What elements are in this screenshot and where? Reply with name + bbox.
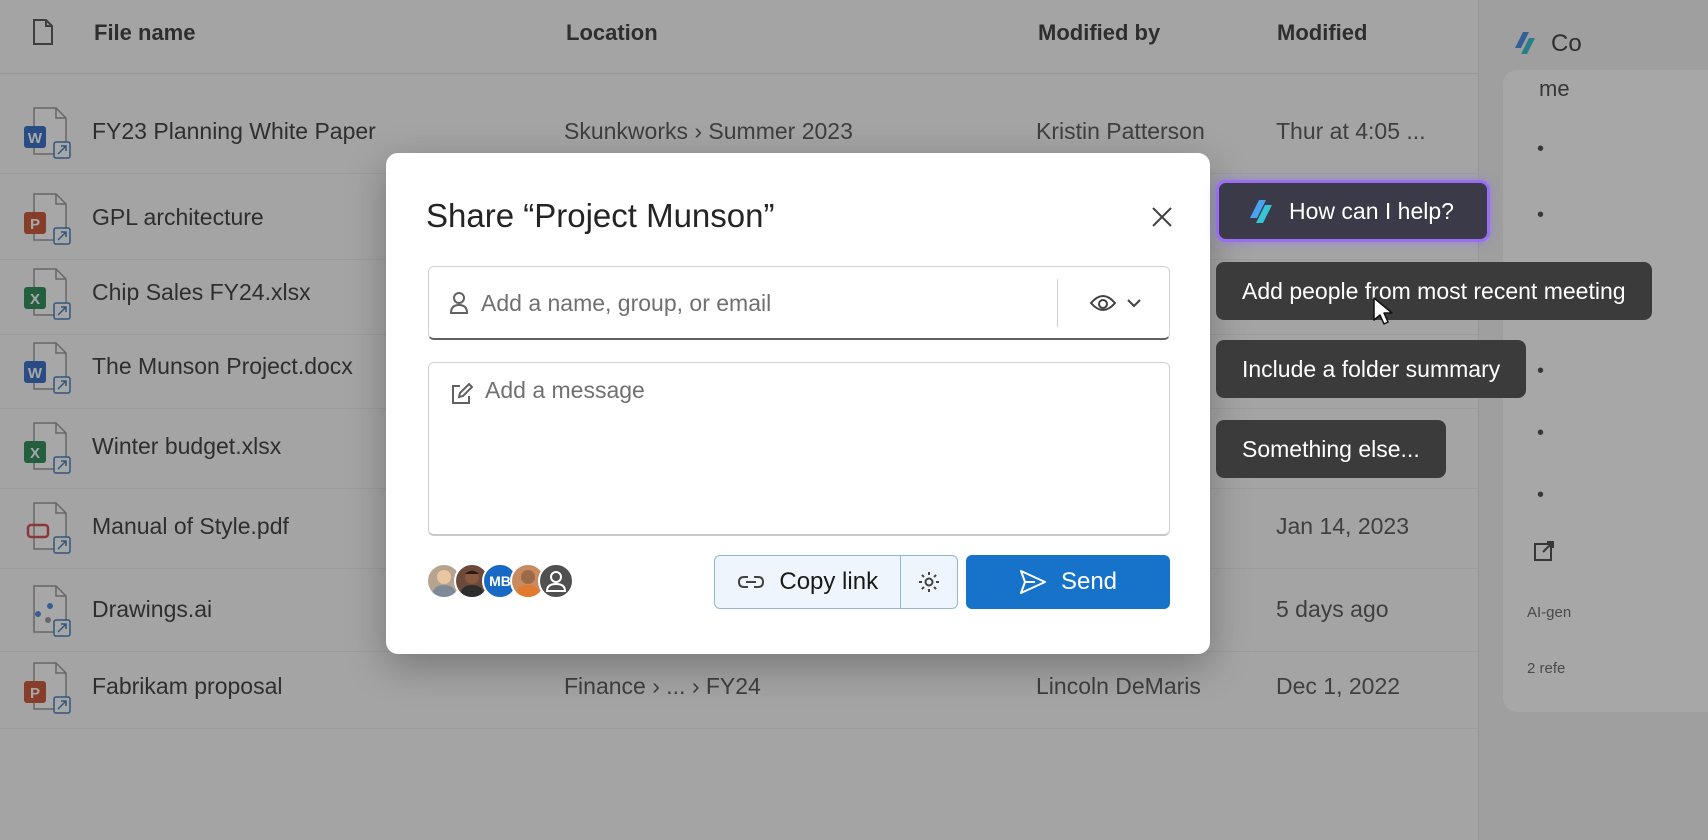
input-divider <box>1057 279 1058 327</box>
copy-link-label: Copy link <box>779 568 879 595</box>
send-label: Send <box>1060 568 1118 595</box>
eye-icon <box>1089 295 1117 311</box>
send-icon <box>1019 570 1046 594</box>
message-input[interactable] <box>485 377 1145 517</box>
message-box <box>428 362 1170 536</box>
suggestion-folder-summary[interactable]: Include a folder summary <box>1216 340 1527 398</box>
chevron-down-icon <box>1127 299 1141 308</box>
recipient-avatars[interactable]: MB <box>426 563 586 599</box>
suggestion-add-people[interactable]: Add people from most recent meeting <box>1216 262 1652 320</box>
close-button[interactable] <box>1142 197 1182 237</box>
edit-icon <box>449 382 474 412</box>
link-settings-button[interactable] <box>901 556 957 608</box>
link-icon <box>738 576 765 588</box>
person-icon <box>449 291 469 320</box>
copy-link-main[interactable]: Copy link <box>715 556 902 608</box>
avatar <box>538 563 574 599</box>
share-dialog: Share “Project Munson” MB <box>386 153 1210 654</box>
gear-icon <box>919 572 940 592</box>
dialog-title: Share “Project Munson” <box>426 197 775 234</box>
copilot-prompt-bubble[interactable]: How can I help? <box>1216 180 1490 242</box>
suggestion-something-else[interactable]: Something else... <box>1216 420 1446 478</box>
close-icon <box>1152 207 1172 227</box>
people-picker <box>428 266 1170 340</box>
mouse-cursor-icon <box>1372 296 1394 331</box>
copilot-icon <box>1250 200 1272 223</box>
copilot-prompt-text: How can I help? <box>1289 197 1454 224</box>
copy-link-button[interactable]: Copy link <box>714 555 958 609</box>
people-input[interactable] <box>481 283 1041 323</box>
send-button[interactable]: Send <box>966 555 1170 609</box>
permission-dropdown[interactable] <box>1069 279 1161 327</box>
